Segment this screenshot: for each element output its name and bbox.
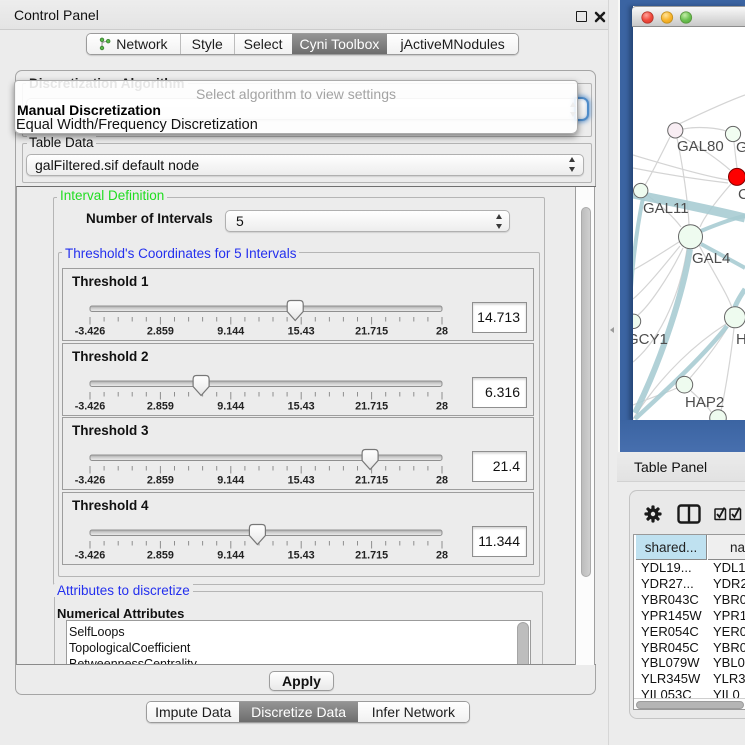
svg-text:15.43: 15.43 [288,326,315,337]
svg-text:HAP2: HAP2 [685,394,724,411]
svg-text:-3.426: -3.426 [75,326,106,337]
svg-text:2.859: 2.859 [147,549,174,560]
svg-text:28: 28 [436,326,448,337]
svg-text:GCY1: GCY1 [633,331,668,348]
svg-text:15.43: 15.43 [288,474,315,485]
svg-text:21.715: 21.715 [355,474,388,485]
svg-text:GA: GA [736,139,745,156]
svg-text:28: 28 [436,400,448,411]
svg-text:21.715: 21.715 [355,326,388,337]
svg-text:2.859: 2.859 [147,326,174,337]
svg-text:9.144: 9.144 [217,474,244,485]
svg-text:9.144: 9.144 [217,400,244,411]
svg-text:28: 28 [436,474,448,485]
svg-text:28: 28 [436,549,448,560]
svg-text:GAL4: GAL4 [692,250,730,267]
svg-text:GAL11: GAL11 [643,200,689,217]
svg-text:9.144: 9.144 [217,549,244,560]
svg-text:21.715: 21.715 [355,549,388,560]
svg-text:-3.426: -3.426 [75,549,106,560]
svg-text:2.859: 2.859 [147,474,174,485]
svg-text:15.43: 15.43 [288,400,315,411]
svg-text:C: C [738,186,745,203]
svg-text:9.144: 9.144 [217,326,244,337]
svg-text:21.715: 21.715 [355,400,388,411]
svg-text:-3.426: -3.426 [75,400,106,411]
svg-text:HA: HA [736,331,745,348]
svg-text:15.43: 15.43 [288,549,315,560]
svg-text:GAL80: GAL80 [677,138,724,155]
svg-text:2.859: 2.859 [147,400,174,411]
svg-text:-3.426: -3.426 [75,474,106,485]
